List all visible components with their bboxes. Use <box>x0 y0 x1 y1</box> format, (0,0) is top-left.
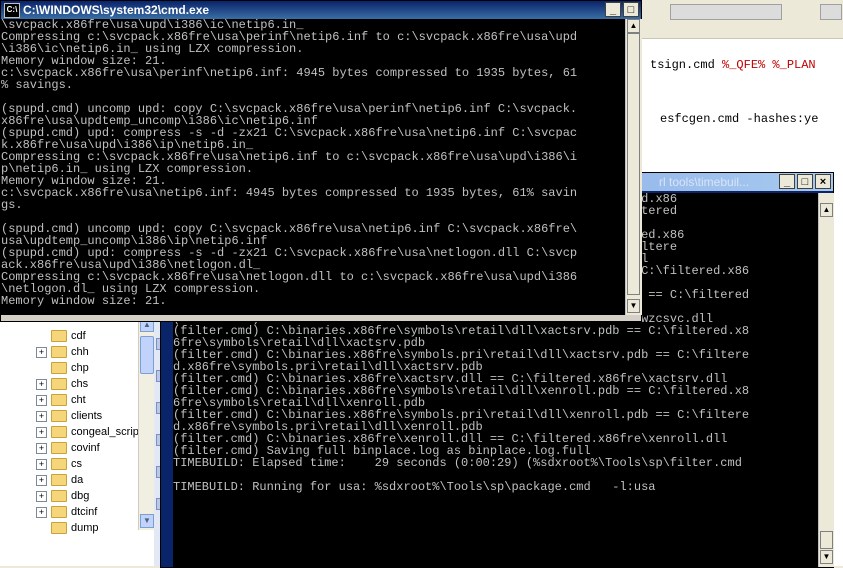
editor-tab-close-icon[interactable] <box>820 4 842 20</box>
scroll-thumb[interactable] <box>627 33 640 295</box>
expand-icon[interactable]: + <box>36 506 47 518</box>
console-line: TIMEBUILD: Elapsed time: 29 seconds (0:0… <box>173 456 742 470</box>
console-scrollbar[interactable]: ▲ ▼ <box>625 19 642 315</box>
console-line: c:\svcpack.x86fre\usa\netip6.inf: 4945 b… <box>1 186 578 200</box>
tree-item[interactable]: + dbg <box>36 488 89 504</box>
tree-item[interactable]: + cs <box>36 456 82 472</box>
tree-item-label: clients <box>71 410 103 422</box>
folder-icon <box>51 490 67 503</box>
folder-tree: build_logscdf+chhchp+chs+cht+clients+con… <box>0 304 155 566</box>
tree-item[interactable]: + cht <box>36 392 86 408</box>
editor-toolbar <box>640 0 843 39</box>
console-line: Memory window size: 21. <box>1 294 167 308</box>
scroll-down-icon[interactable]: ▼ <box>820 550 833 564</box>
folder-icon <box>51 330 67 343</box>
tree-item[interactable]: + covinf <box>36 440 100 456</box>
scroll-down-icon[interactable]: ▼ <box>140 514 154 528</box>
scroll-up-icon[interactable]: ▲ <box>820 203 833 217</box>
tree-item-label: da <box>71 474 84 486</box>
folder-icon <box>51 394 67 407</box>
expand-icon[interactable]: + <box>36 442 47 454</box>
editor-line-2: esfcgen.cmd -hashes:ye <box>660 112 819 126</box>
expand-icon[interactable]: + <box>36 394 47 406</box>
tree-item-label: cs <box>71 458 82 470</box>
maximize-icon[interactable]: □ <box>797 174 813 189</box>
tree-item-label: dump <box>71 522 99 534</box>
tree-item-label: chp <box>71 362 89 374</box>
folder-icon <box>51 378 67 391</box>
window-title: rl tools\timebuil... <box>659 175 750 189</box>
expand-icon[interactable]: + <box>36 458 47 470</box>
scroll-thumb[interactable] <box>140 336 154 374</box>
scroll-up-icon[interactable]: ▲ <box>627 19 640 33</box>
folder-icon <box>51 522 67 535</box>
tree-item-label: chh <box>71 346 89 358</box>
maximize-icon[interactable]: □ <box>623 2 639 17</box>
scroll-down-icon[interactable]: ▼ <box>627 299 640 313</box>
console-window-cmd[interactable]: C:\ C:\WINDOWS\system32\cmd.exe _ □ \svc… <box>0 0 642 322</box>
tree-item[interactable]: + chs <box>36 376 88 392</box>
window-titlebar[interactable]: C:\ C:\WINDOWS\system32\cmd.exe _ □ <box>1 1 641 19</box>
close-icon[interactable]: × <box>815 174 831 189</box>
folder-icon <box>51 442 67 455</box>
tree-item[interactable]: dump <box>36 520 99 536</box>
folder-icon <box>51 346 67 359</box>
scroll-thumb[interactable] <box>820 531 833 549</box>
tree-item-label: covinf <box>71 442 100 454</box>
editor-line-1: tsign.cmd %_QFE% %_PLAN <box>650 58 816 72</box>
tree-item[interactable]: cdf <box>36 328 86 344</box>
console-scrollbar[interactable]: ▲ ▼ <box>818 193 834 567</box>
tree-item[interactable]: + congeal_scrip <box>36 424 139 440</box>
editor-tab[interactable] <box>670 4 782 20</box>
tree-item-label: dtcinf <box>71 506 98 518</box>
tree-item[interactable]: + da <box>36 472 83 488</box>
expand-icon[interactable]: + <box>36 378 47 390</box>
tree-item-label: cdf <box>71 330 86 342</box>
folder-icon <box>51 458 67 471</box>
expand-icon[interactable]: + <box>36 474 47 486</box>
expand-icon[interactable]: + <box>36 426 47 438</box>
tree-item-label: dbg <box>71 490 90 502</box>
tree-scrollbar[interactable]: ▲ ▼ <box>138 318 154 530</box>
window-title: C:\WINDOWS\system32\cmd.exe <box>23 3 210 17</box>
console-line: TIMEBUILD: Running for usa: %sdxroot%\To… <box>173 480 656 494</box>
folder-icon <box>51 362 67 375</box>
expand-icon[interactable]: + <box>36 490 47 502</box>
tree-item-label: chs <box>71 378 89 390</box>
tree-item-label: congeal_scrip <box>71 426 139 438</box>
folder-icon <box>51 410 67 423</box>
tree-item[interactable]: + chh <box>36 344 89 360</box>
tree-item[interactable]: + dtcinf <box>36 504 97 520</box>
console-line: % savings. <box>1 78 74 92</box>
folder-icon <box>51 426 67 439</box>
tree-item[interactable]: chp <box>36 360 89 376</box>
expand-icon[interactable]: + <box>36 346 47 358</box>
folder-icon <box>51 474 67 487</box>
minimize-icon[interactable]: _ <box>779 174 795 189</box>
console-line: gs. <box>1 198 23 212</box>
tree-item-label: cht <box>71 394 86 406</box>
expand-icon[interactable]: + <box>36 410 47 422</box>
console-output: \svcpack.x86fre\usa\upd\i386\ic\netip6.i… <box>1 19 625 315</box>
tree-item[interactable]: + clients <box>36 408 102 424</box>
console-line: c:\svcpack.x86fre\usa\perinf\netip6.inf:… <box>1 66 578 80</box>
minimize-icon[interactable]: _ <box>605 2 621 17</box>
cmd-icon[interactable]: C:\ <box>4 3 20 18</box>
folder-icon <box>51 506 67 519</box>
